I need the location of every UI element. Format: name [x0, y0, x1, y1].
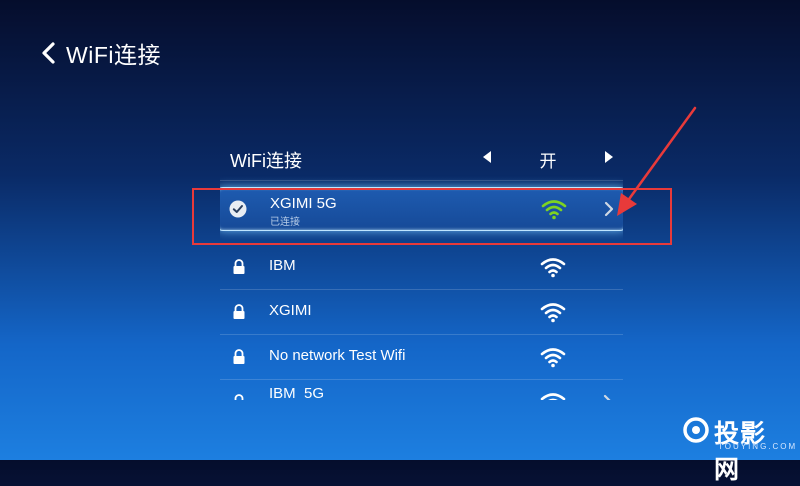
- wifi-toggle-label: WiFi连接: [230, 151, 302, 171]
- lock-icon: [233, 259, 245, 274]
- wifi-settings-panel: WiFi连接 开 XGIMI 5G 已连接 IBM XGIMI No netwo…: [220, 135, 623, 400]
- triangle-right-icon[interactable]: [602, 149, 616, 165]
- wifi-toggle-row[interactable]: WiFi连接 开: [220, 135, 623, 181]
- wifi-icon: [540, 348, 566, 368]
- lock-icon: [234, 394, 244, 400]
- chevron-left-icon[interactable]: [38, 39, 60, 67]
- lock-icon: [233, 349, 245, 364]
- network-name: IBM: [269, 257, 296, 274]
- ring-logo-icon: [683, 417, 709, 443]
- network-item-no-network-test-wifi[interactable]: No network Test Wifi: [220, 335, 623, 380]
- wifi-toggle-value: 开: [539, 152, 557, 171]
- lock-icon: [233, 304, 245, 319]
- annotation-highlight-box: [192, 188, 672, 245]
- network-name: XGIMI: [269, 302, 312, 319]
- network-item-ibm-5g[interactable]: IBM_5G: [220, 380, 623, 400]
- network-item-ibm[interactable]: IBM: [220, 245, 623, 290]
- chevron-right-icon[interactable]: [602, 394, 614, 400]
- triangle-left-icon[interactable]: [480, 149, 494, 165]
- network-name: IBM_5G: [269, 385, 325, 400]
- wifi-icon: [540, 393, 566, 400]
- page-title: WiFi连接: [66, 42, 161, 68]
- wifi-icon: [540, 258, 566, 278]
- network-item-xgimi[interactable]: XGIMI: [220, 290, 623, 335]
- wifi-icon: [540, 303, 566, 323]
- page-header: WiFi连接: [38, 36, 161, 70]
- network-name: No network Test Wifi: [269, 347, 406, 364]
- watermark: 投影网 TOUYING.COM: [682, 408, 795, 484]
- watermark-subtext: TOUYING.COM: [718, 442, 798, 451]
